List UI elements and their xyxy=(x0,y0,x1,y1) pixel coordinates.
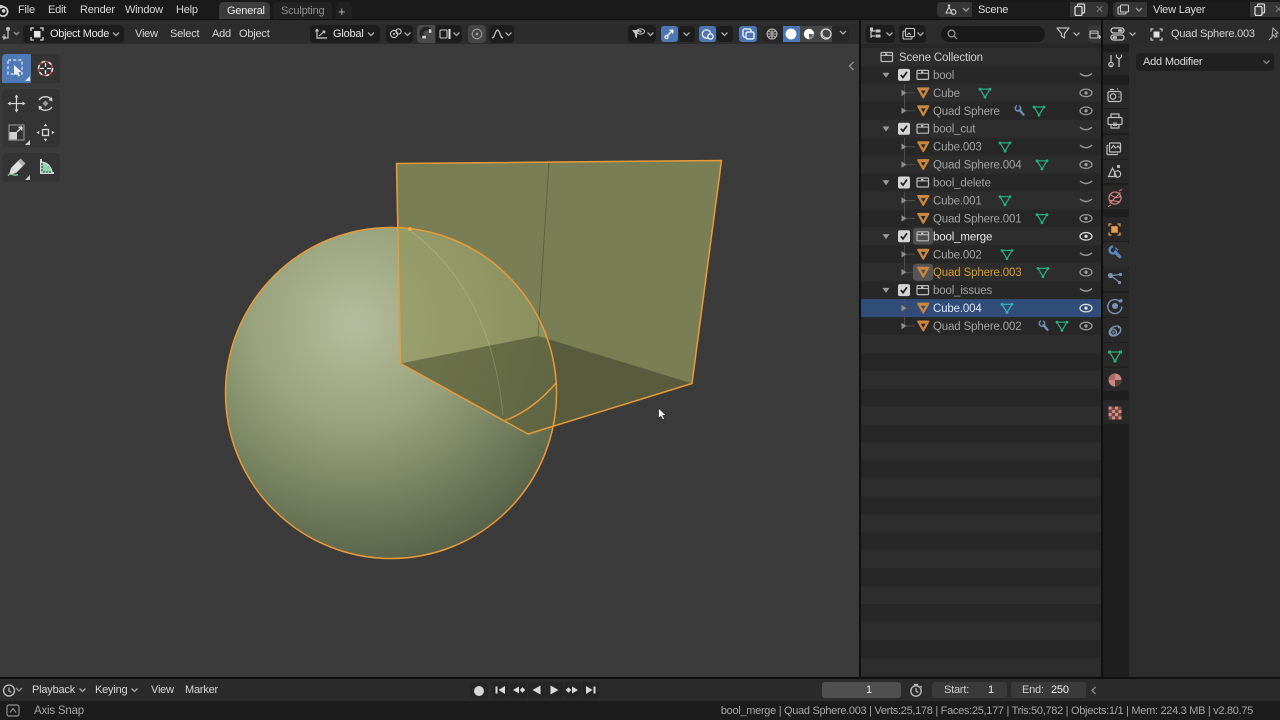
svg-text:bool_cut: bool_cut xyxy=(933,124,976,136)
svg-text:bool_issues: bool_issues xyxy=(933,285,992,297)
svg-text:Cube.002: Cube.002 xyxy=(933,249,982,261)
svg-text:Cube.004: Cube.004 xyxy=(933,303,982,315)
svg-text:Quad Sphere.002: Quad Sphere.002 xyxy=(933,321,1022,333)
svg-text:Cube.001: Cube.001 xyxy=(933,196,982,208)
svg-text:bool_delete: bool_delete xyxy=(933,178,991,190)
svg-text:Cube.003: Cube.003 xyxy=(933,142,982,154)
svg-text:Cube: Cube xyxy=(933,88,960,100)
svg-text:Quad Sphere: Quad Sphere xyxy=(933,106,1000,118)
svg-text:Quad Sphere.001: Quad Sphere.001 xyxy=(933,213,1022,225)
svg-text:bool_merge: bool_merge xyxy=(933,231,992,243)
svg-text:Scene Collection: Scene Collection xyxy=(899,52,983,64)
svg-text:Quad Sphere.004: Quad Sphere.004 xyxy=(933,160,1022,172)
svg-text:bool: bool xyxy=(933,70,954,82)
svg-text:Quad Sphere.003: Quad Sphere.003 xyxy=(933,267,1022,279)
